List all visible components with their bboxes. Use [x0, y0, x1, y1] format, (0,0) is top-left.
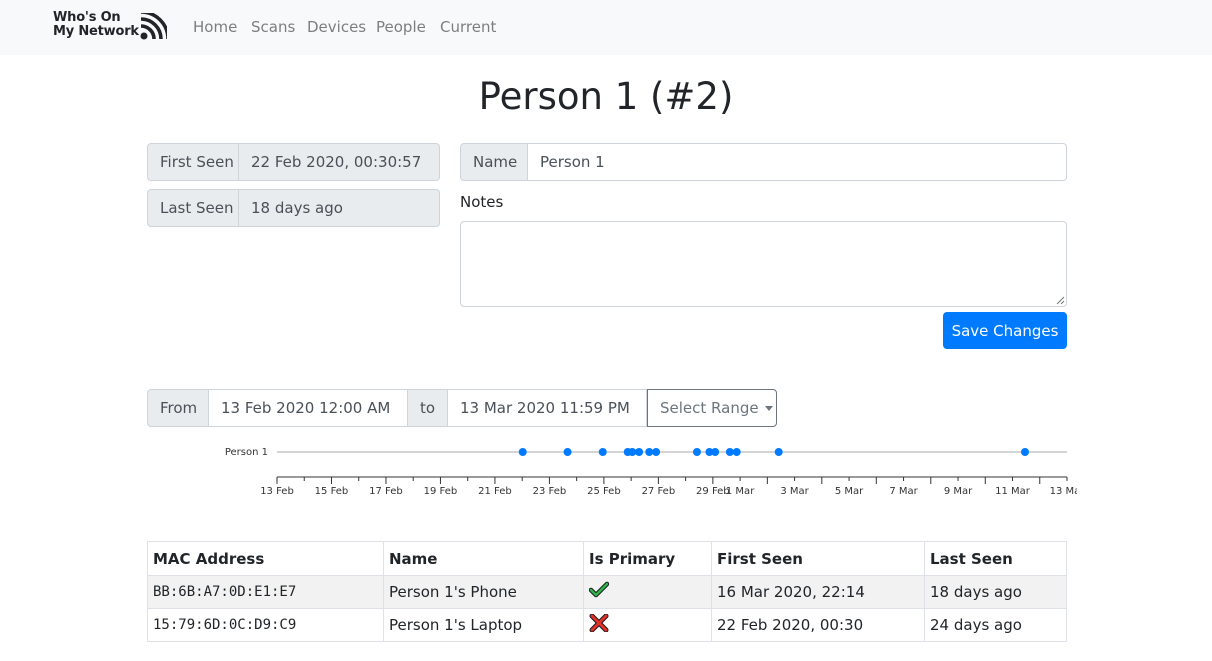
col-last-seen: Last Seen [924, 541, 1067, 576]
timeline-tick-label: 21 Feb [478, 486, 512, 497]
wifi-signal-icon [140, 13, 167, 40]
timeline-tick-label: 29 Feb [696, 486, 730, 497]
col-mac-address: MAC Address [147, 541, 384, 576]
col-is-primary: Is Primary [583, 541, 712, 576]
timeline-tick-label: 9 Mar [944, 486, 973, 497]
timeline-event-point[interactable] [645, 448, 654, 456]
brand-line-1: Who's On [53, 10, 121, 25]
mac-address-cell: 15:79:6D:0C:D9:C9 [147, 608, 384, 642]
nav-devices[interactable]: Devices [307, 18, 366, 36]
select-range-button[interactable]: Select Range [647, 389, 777, 427]
brand-text: Who's On My Network [53, 11, 139, 39]
nav-home[interactable]: Home [193, 18, 237, 36]
last-seen-cell: 24 days ago [924, 608, 1067, 642]
timeline-tick-label: 1 Mar [726, 486, 755, 497]
timeline-ticks: 13 Feb 15 Feb 17 Feb 19 Feb 21 Feb 23 Feb 25 F… [260, 477, 1077, 497]
page-title: Person 1 (#2) [478, 75, 734, 118]
timeline-tick-label: 3 Mar [780, 486, 809, 497]
timeline-tick-label: 27 Feb [642, 486, 676, 497]
name-group: Name Person 1 [460, 143, 1067, 181]
name-input[interactable]: Person 1 [528, 143, 1067, 181]
last-seen-label: Last Seen [147, 189, 239, 227]
timeline-event-point[interactable] [725, 448, 734, 456]
brand-line-2: My Network [53, 24, 139, 39]
resize-grip-icon[interactable] [1055, 295, 1065, 305]
chevron-down-icon [764, 405, 773, 411]
timeline-tick-label: 5 Mar [835, 486, 864, 497]
name-label: Name [460, 143, 528, 181]
table-row[interactable]: BB:6B:A7:0D:E1:E7 Person 1's Phone 16 Ma… [147, 575, 1067, 609]
last-seen-value: 18 days ago [239, 189, 440, 227]
col-first-seen: First Seen [711, 541, 925, 576]
timeline-tick-label: 13 Mar [1050, 486, 1077, 497]
to-label: to [408, 389, 448, 427]
timeline-event-point[interactable] [563, 448, 572, 456]
timeline-event-point[interactable] [518, 448, 527, 456]
first-seen-cell: 16 Mar 2020, 22:14 [711, 575, 925, 609]
timeline-event-point[interactable] [692, 448, 701, 456]
first-seen-group: First Seen 22 Feb 2020, 00:30:57 [147, 143, 440, 181]
first-seen-cell: 22 Feb 2020, 00:30 [711, 608, 925, 642]
timeline-event-point[interactable] [732, 448, 741, 456]
last-seen-cell: 18 days ago [924, 575, 1067, 609]
from-label: From [147, 389, 209, 427]
mac-address-cell: BB:6B:A7:0D:E1:E7 [147, 575, 384, 609]
check-icon [588, 581, 610, 598]
nav-current[interactable]: Current [440, 18, 496, 36]
devices-table: MAC Address Name Is Primary First Seen L… [147, 541, 1067, 642]
timeline-event-point[interactable] [652, 448, 661, 456]
first-seen-label: First Seen [147, 143, 239, 181]
is-primary-cell [583, 575, 712, 609]
timeline-tick-label: 15 Feb [315, 486, 349, 497]
cross-icon [589, 613, 609, 633]
timeline-tick-label: 13 Feb [260, 486, 294, 497]
select-range-label: Select Range [660, 399, 759, 417]
notes-label: Notes [460, 193, 504, 211]
notes-textarea[interactable] [460, 221, 1067, 307]
navbar: Who's On My Network Home Scans Devices Pe… [0, 0, 1212, 55]
nav-scans[interactable]: Scans [251, 18, 295, 36]
timeline-event-point[interactable] [774, 448, 783, 456]
from-date-input[interactable]: 13 Feb 2020 12:00 AM [209, 389, 408, 427]
device-name-link[interactable]: Person 1's Laptop [383, 608, 584, 642]
timeline-tick-label: 23 Feb [533, 486, 567, 497]
save-changes-button[interactable]: Save Changes [943, 312, 1067, 349]
table-row[interactable]: 15:79:6D:0C:D9:C9 Person 1's Laptop 22 F… [147, 608, 1067, 642]
first-seen-value: 22 Feb 2020, 00:30:57 [239, 143, 440, 181]
timeline-event-point[interactable] [1021, 448, 1030, 456]
table-header-row: MAC Address Name Is Primary First Seen L… [147, 541, 1067, 576]
date-range-group: From 13 Feb 2020 12:00 AM to 13 Mar 2020… [147, 389, 777, 427]
timeline-tick-label: 19 Feb [424, 486, 458, 497]
timeline-tick-label: 17 Feb [369, 486, 403, 497]
last-seen-group: Last Seen 18 days ago [147, 189, 440, 227]
timeline-tick-label: 25 Feb [587, 486, 621, 497]
timeline-row-label: Person 1 [225, 447, 268, 458]
timeline-event-point[interactable] [598, 448, 607, 456]
timeline-event-point[interactable] [628, 448, 637, 456]
timeline-tick-label: 11 Mar [995, 486, 1031, 497]
is-primary-cell [583, 608, 712, 642]
nav-people[interactable]: People [376, 18, 426, 36]
timeline-event-point[interactable] [711, 448, 720, 456]
to-date-input[interactable]: 13 Mar 2020 11:59 PM [448, 389, 647, 427]
activity-timeline: Person 1 13 Feb 15 Feb 17 Feb 19 Feb 21 Feb 2… [225, 447, 1077, 497]
col-name: Name [383, 541, 584, 576]
timeline-tick-label: 7 Mar [889, 486, 918, 497]
device-name-link[interactable]: Person 1's Phone [383, 575, 584, 609]
timeline-event-point[interactable] [635, 448, 644, 456]
